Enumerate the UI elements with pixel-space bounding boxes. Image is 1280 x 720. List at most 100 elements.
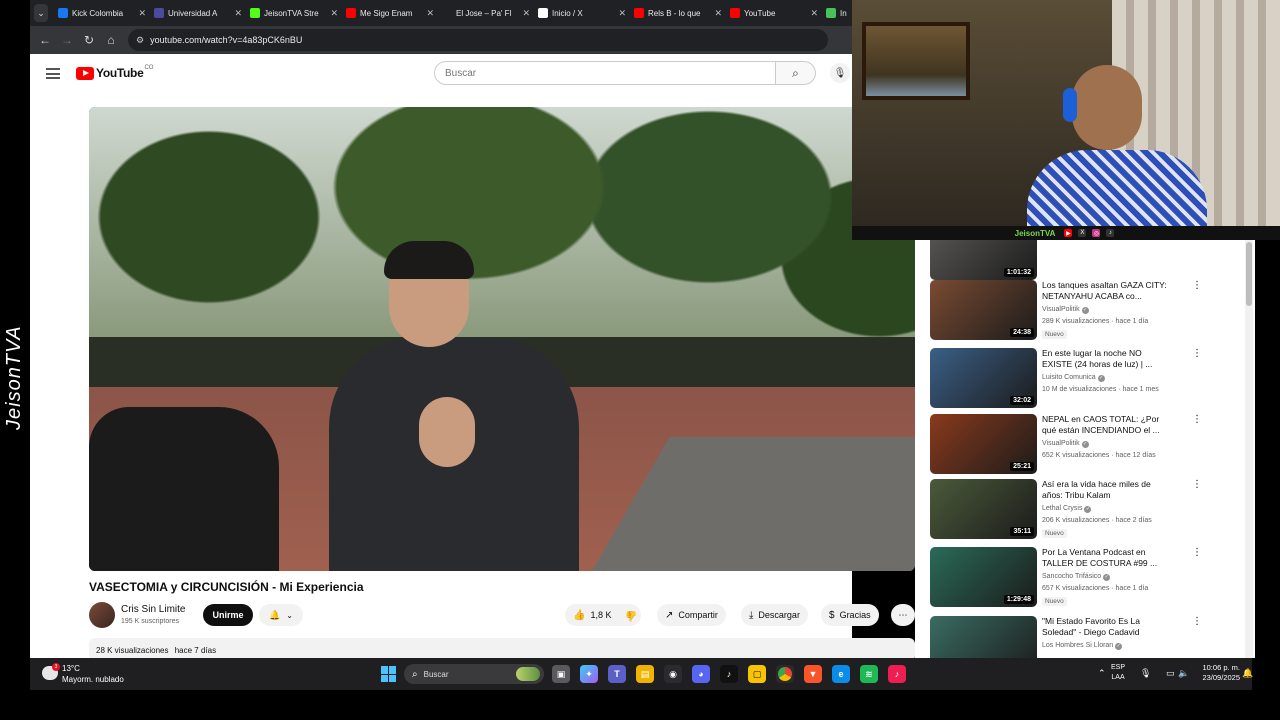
like-icon[interactable]: 👍 [573,610,585,621]
chrome-icon[interactable] [776,665,794,683]
capture-app-icon[interactable]: ▢ [748,665,766,683]
recommendation-item[interactable]: 25:21 NEPAL en CAOS TOTAL: ¿Por qué están… [930,414,1250,474]
channel-name[interactable]: Cris Sin Limite [121,604,185,615]
search-icon: ⌕ [792,65,799,80]
close-icon[interactable]: ✕ [330,8,338,19]
video-player[interactable] [89,107,915,571]
youtube-logo[interactable]: YouTube CO [76,65,153,80]
close-icon[interactable]: ✕ [234,8,242,19]
search-input[interactable] [445,67,745,79]
download-button[interactable]: ⤓ Descargar [741,604,808,626]
browser-tab[interactable]: El Jose – Pa' Fl ✕ [438,2,534,24]
video-thumbnail[interactable]: 25:21 [930,414,1037,474]
browser-tab[interactable]: Rels B - lo que ✕ [630,2,726,24]
recommendation-title[interactable]: Así era la vida hace miles de años: Trib… [1042,479,1172,501]
language-indicator[interactable]: ESP LAA [1111,663,1125,683]
more-vertical-icon[interactable]: ⋮ [1192,547,1202,558]
recommendation-item[interactable]: 1:01:32AprendemosJuntos✓188 K visualizac… [930,240,1250,280]
video-thumbnail[interactable]: 24:38 [930,280,1037,340]
channel-avatar[interactable] [89,602,115,628]
notification-bell-icon[interactable]: 🔔 [1242,668,1253,679]
recommendation-item[interactable]: 32:02 En este lugar la noche NO EXISTE (2… [930,348,1250,408]
join-button[interactable]: Unirme [203,604,253,626]
taskbar-search[interactable]: ⌕ Buscar [404,664,544,684]
network-icon[interactable]: ▭ [1166,668,1175,679]
recommendation-channel[interactable]: Los Hombres Si Lloran ✓ [1042,642,1123,650]
sidebar-scrollbar[interactable] [1245,240,1253,658]
browser-tab[interactable]: Kick Colombia ✕ [54,2,150,24]
more-actions-button[interactable]: ⋯ [891,604,915,626]
recommendation-item[interactable]: 24:38 Los tanques asaltan GAZA CITY: NETA… [930,280,1250,340]
microphone-icon[interactable]: 🎙 [1140,668,1151,679]
edge-icon[interactable]: e [832,665,850,683]
recommendation-channel[interactable]: Sancocho Trifásico ✓ [1042,573,1111,581]
recommendation-title[interactable]: Los tanques asaltan GAZA CITY: NETANYAHU… [1042,280,1172,302]
scrollbar-thumb[interactable] [1246,242,1252,306]
address-bar[interactable]: ⚙ youtube.com/watch?v=4a83pCK6nBU [128,29,828,51]
recommendation-title[interactable]: Por La Ventana Podcast en TALLER DE COST… [1042,547,1172,569]
video-thumbnail[interactable]: 32:02 [930,348,1037,408]
reload-icon[interactable]: ↻ [78,33,100,47]
browser-tab[interactable]: JeisonTVA Stre ✕ [246,2,342,24]
recommendation-item[interactable]: "Mi Estado Favorito Es La Soledad" - Die… [930,616,1250,658]
weather-widget[interactable]: 3 13°C Mayorm. nublado [40,662,160,686]
spotify-icon[interactable]: ≋ [860,665,878,683]
recommendation-item[interactable]: 1:29:48 Por La Ventana Podcast en TALLER … [930,547,1250,607]
voice-search-button[interactable]: 🎙 [830,63,850,83]
recommendation-title[interactable]: "Mi Estado Favorito Es La Soledad" - Die… [1042,616,1172,638]
copilot-icon[interactable]: ✦ [580,665,598,683]
tab-search-chevron-icon[interactable]: ⌄ [34,4,48,22]
share-button[interactable]: ↗ Compartir [657,604,726,626]
recommendation-title[interactable]: NEPAL en CAOS TOTAL: ¿Por qué están INCE… [1042,414,1172,436]
video-thumbnail[interactable]: 35:11 [930,479,1037,539]
browser-tab[interactable]: YouTube ✕ [726,2,822,24]
obs-icon[interactable]: ◉ [664,665,682,683]
recommendation-channel[interactable]: Lethal Crysis ✓ [1042,505,1092,513]
file-explorer-icon[interactable]: ▤ [636,665,654,683]
dislike-icon[interactable]: 👍 [625,610,637,621]
search-button[interactable]: ⌕ [776,61,816,85]
browser-tab[interactable]: Universidad A ✕ [150,2,246,24]
home-icon[interactable]: ⌂ [100,33,122,47]
recommendation-channel[interactable]: VisualPolitik ✓ [1042,306,1089,314]
close-icon[interactable]: ✕ [810,8,818,19]
close-icon[interactable]: ✕ [618,8,626,19]
browser-tab[interactable]: Inicio / X ✕ [534,2,630,24]
youtube-header: YouTube CO ⌕ 🎙 [30,54,852,94]
close-icon[interactable]: ✕ [138,8,146,19]
more-vertical-icon[interactable]: ⋮ [1192,280,1202,291]
video-thumbnail[interactable]: 1:29:48 [930,547,1037,607]
thanks-button[interactable]: $ Gracias [821,604,879,626]
notifications-button[interactable]: 🔔 ⌄ [259,604,303,626]
close-icon[interactable]: ✕ [522,8,530,19]
more-vertical-icon[interactable]: ⋮ [1192,479,1202,490]
teams-icon[interactable]: T [608,665,626,683]
video-thumbnail[interactable]: 1:01:32 [930,240,1037,280]
forward-arrow-icon[interactable]: → [56,33,78,47]
system-clock[interactable]: 10:06 p. m. 23/09/2025 [1188,663,1240,683]
recommendation-channel[interactable]: Luisito Comunica ✓ [1042,374,1105,382]
recommendation-item[interactable]: 35:11 Así era la vida hace miles de años:… [930,479,1250,539]
tiktok-live-icon[interactable]: ♪ [888,665,906,683]
discord-icon[interactable]: ◕ [692,665,710,683]
close-icon[interactable]: ✕ [714,8,722,19]
like-dislike-button[interactable]: 👍 1,8 K 👍 [565,604,641,626]
back-arrow-icon[interactable]: ← [34,33,56,47]
more-vertical-icon[interactable]: ⋮ [1192,348,1202,359]
browser-tab[interactable]: Me Sigo Enam ✕ [342,2,438,24]
more-vertical-icon[interactable]: ⋮ [1192,616,1202,627]
browser-tab[interactable]: In [822,2,852,24]
task-view-icon[interactable]: ▣ [552,665,570,683]
brave-icon[interactable]: ▼ [804,665,822,683]
site-info-icon[interactable]: ⚙ [136,35,144,46]
recommendation-channel[interactable]: VisualPolitik ✓ [1042,440,1089,448]
start-button[interactable] [381,666,397,682]
more-vertical-icon[interactable]: ⋮ [1192,414,1202,425]
tiktok-app-icon[interactable]: ♪ [720,665,738,683]
close-icon[interactable]: ✕ [426,8,434,19]
menu-icon[interactable] [46,68,60,79]
video-thumbnail[interactable] [930,616,1037,658]
recommendation-title[interactable]: En este lugar la noche NO EXISTE (24 hor… [1042,348,1172,370]
streamer-name: JeisonTVA [1014,228,1056,238]
chevron-up-icon[interactable]: ⌃ [1098,668,1106,679]
